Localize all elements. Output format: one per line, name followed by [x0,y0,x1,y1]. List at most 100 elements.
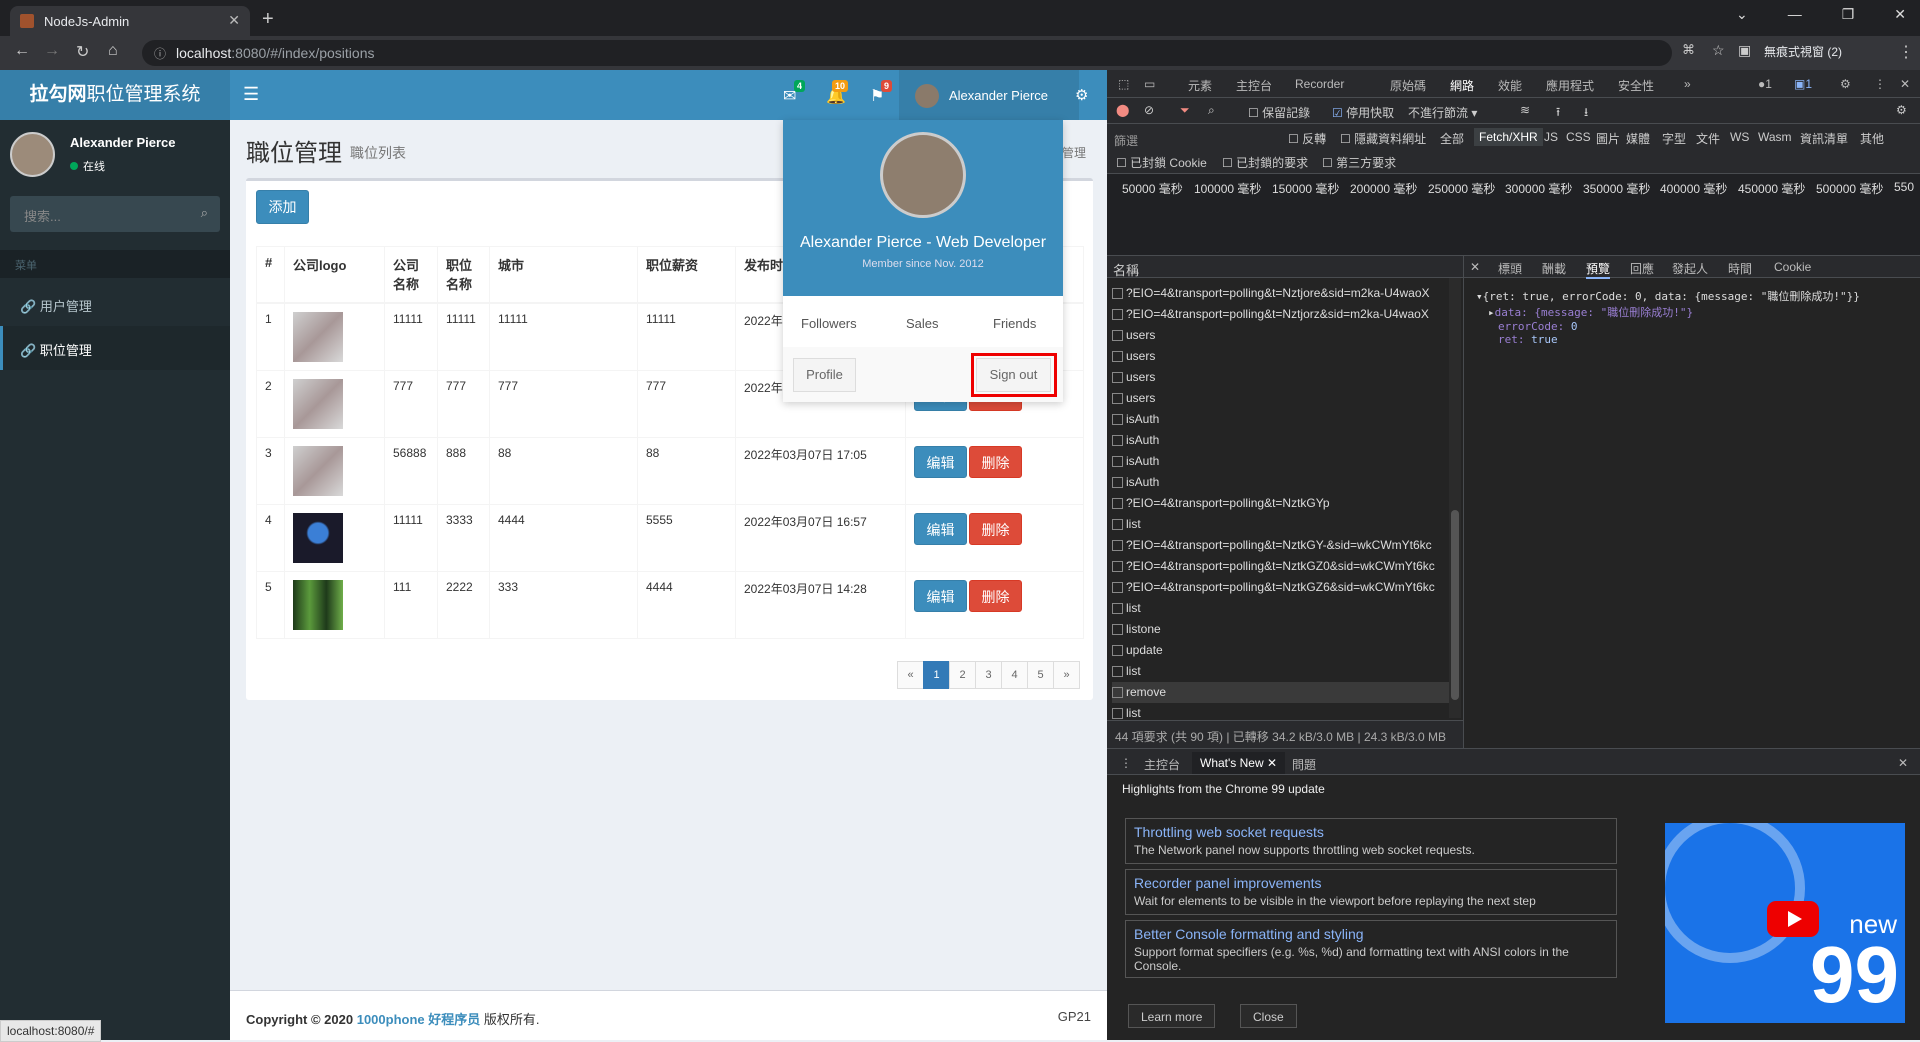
bookmark-star-icon[interactable]: ☆ [1712,42,1725,59]
info-icon[interactable]: ⓘ [154,45,166,62]
request-row[interactable]: isAuth [1112,430,1452,451]
tab-preview[interactable]: 預覽 [1586,260,1611,279]
learn-more-button[interactable]: Learn more [1128,1004,1216,1028]
page-4[interactable]: 4 [1001,661,1028,689]
sidepanel-icon[interactable]: ▣ [1738,42,1751,59]
request-row[interactable]: ?EIO=4&transport=polling&t=NztkGZ0&sid=w… [1112,556,1452,577]
tab-performance[interactable]: 效能 [1498,77,1522,94]
sidebar-item-users[interactable]: 🔗 用户管理 [0,282,230,326]
whats-new-card[interactable]: Throttling web socket requests The Networ… [1125,818,1617,864]
scrollbar-thumb[interactable] [1451,510,1459,700]
request-row[interactable]: isAuth [1112,409,1452,430]
request-row[interactable]: users [1112,367,1452,388]
translate-icon[interactable]: ⌘ [1682,42,1695,58]
type-all[interactable]: 全部 [1440,130,1464,147]
tab-initiator[interactable]: 發起人 [1672,260,1708,277]
tab-security[interactable]: 安全性 [1618,77,1654,94]
name-column-header[interactable]: 名稱 [1107,256,1463,278]
request-row[interactable]: list [1112,514,1452,535]
request-row[interactable]: isAuth [1112,451,1452,472]
address-bar[interactable]: ⓘ localhost:8080/#/index/positions [142,40,1672,66]
minimize-button[interactable]: — [1788,6,1802,23]
close-drawer-icon[interactable]: ✕ [1898,756,1908,770]
blocked-requests-checkbox[interactable]: ☐ 已封鎖的要求 [1222,154,1308,171]
followers-link[interactable]: Followers [801,316,857,331]
record-icon[interactable]: ⬤ [1116,103,1129,117]
request-row[interactable]: list [1112,661,1452,682]
edit-button[interactable]: 编辑 [914,512,967,545]
preview-line[interactable]: ▾{ret: true, errorCode: 0, data: {messag… [1476,288,1908,304]
whats-new-card[interactable]: Recorder panel improvements Wait for elem… [1125,869,1617,915]
tab-cookies[interactable]: Cookie [1774,260,1811,274]
delete-button[interactable]: 删除 [969,445,1022,478]
company-link[interactable]: 1000phone 好程序员 [357,1012,481,1027]
tab-headers[interactable]: 標頭 [1498,260,1522,277]
preview-line[interactable]: ▸data: {message: "職位刪除成功!"} [1476,304,1908,320]
network-settings-icon[interactable]: ⚙ [1896,103,1907,117]
tab-payload[interactable]: 酬載 [1542,260,1566,277]
request-row[interactable]: ?EIO=4&transport=polling&t=Nztjore&sid=m… [1112,283,1452,304]
type-ws[interactable]: WS [1730,130,1749,144]
reload-icon[interactable]: ↻ [76,42,89,62]
request-row-selected[interactable]: remove [1112,682,1452,703]
page-next[interactable]: » [1053,661,1080,689]
tab-application[interactable]: 應用程式 [1546,77,1594,94]
type-img[interactable]: 圖片 [1596,130,1620,147]
app-logo[interactable]: 拉勾网职位管理系统 [0,70,230,120]
chevron-down-icon[interactable]: ⌄ [1736,6,1748,23]
invert-checkbox[interactable]: ☐ 反轉 [1288,130,1326,147]
import-icon[interactable]: ⭱ [1556,103,1560,124]
hide-data-urls-checkbox[interactable]: ☐ 隱藏資料網址 [1340,130,1426,147]
settings-gear-icon[interactable]: ⚙ [1840,77,1851,91]
request-row[interactable]: users [1112,346,1452,367]
preserve-log-checkbox[interactable]: ☐ 保留記錄 [1248,104,1310,121]
type-font[interactable]: 字型 [1662,130,1686,147]
profile-button[interactable]: Profile [793,358,856,392]
edit-button[interactable]: 编辑 [914,579,967,612]
type-fetch-xhr[interactable]: Fetch/XHR [1474,128,1543,146]
close-tab-icon[interactable]: ✕ [228,12,240,29]
whats-new-video-thumbnail[interactable]: new 99 [1665,823,1905,1023]
more-menu-icon[interactable]: ⋮ [1874,77,1886,91]
card-title[interactable]: Throttling web socket requests [1134,824,1608,840]
friends-link[interactable]: Friends [993,316,1036,331]
inspect-icon[interactable]: ⬚ [1118,77,1129,91]
request-row[interactable]: ?EIO=4&transport=polling&t=Nztjorz&sid=m… [1112,304,1452,325]
disable-cache-checkbox[interactable]: ☑ 停用快取 [1332,104,1394,121]
menu-kebab-icon[interactable]: ⋮ [1898,42,1914,62]
tab-sources[interactable]: 原始碼 [1390,77,1426,94]
filter-input[interactable]: 篩選 [1114,132,1138,149]
close-window-button[interactable]: ✕ [1894,6,1906,23]
request-row[interactable]: users [1112,388,1452,409]
edit-button[interactable]: 编辑 [914,445,967,478]
request-row[interactable]: users [1112,325,1452,346]
sidebar-toggle-icon[interactable]: ☰ [243,84,259,105]
page-2[interactable]: 2 [949,661,976,689]
close-devtools-icon[interactable]: ✕ [1900,77,1910,91]
incognito-label[interactable]: 無痕式視窗 (2) [1764,43,1842,60]
request-row[interactable]: ?EIO=4&transport=polling&t=NztkGYp [1112,493,1452,514]
page-1[interactable]: 1 [923,661,950,689]
drawer-tab-whats-new[interactable]: What's New ✕ [1192,752,1286,774]
tab-console[interactable]: 主控台 [1236,77,1272,94]
request-row[interactable]: update [1112,640,1452,661]
search-icon[interactable]: ⌕ [1208,103,1215,118]
type-media[interactable]: 媒體 [1626,130,1650,147]
request-list-scrollbar[interactable] [1449,278,1461,718]
request-row[interactable]: list [1112,598,1452,619]
page-5[interactable]: 5 [1027,661,1054,689]
page-3[interactable]: 3 [975,661,1002,689]
third-party-checkbox[interactable]: ☐ 第三方要求 [1322,154,1396,171]
close-button[interactable]: Close [1240,1004,1297,1028]
tab-recorder[interactable]: Recorder [1295,77,1344,91]
throttle-select[interactable]: 不進行節流 ▾ [1408,104,1477,121]
delete-button[interactable]: 删除 [969,512,1022,545]
sidebar-item-positions[interactable]: 🔗 职位管理 [0,326,230,370]
request-row[interactable]: ?EIO=4&transport=polling&t=NztkGZ6&sid=w… [1112,577,1452,598]
card-title[interactable]: Better Console formatting and styling [1134,926,1608,942]
forward-icon[interactable]: → [44,42,60,60]
issues-counter-icon[interactable]: ●1 [1758,77,1772,91]
card-title[interactable]: Recorder panel improvements [1134,875,1608,891]
type-doc[interactable]: 文件 [1696,130,1720,147]
cogs-icon[interactable]: ⚙ [1075,86,1088,104]
